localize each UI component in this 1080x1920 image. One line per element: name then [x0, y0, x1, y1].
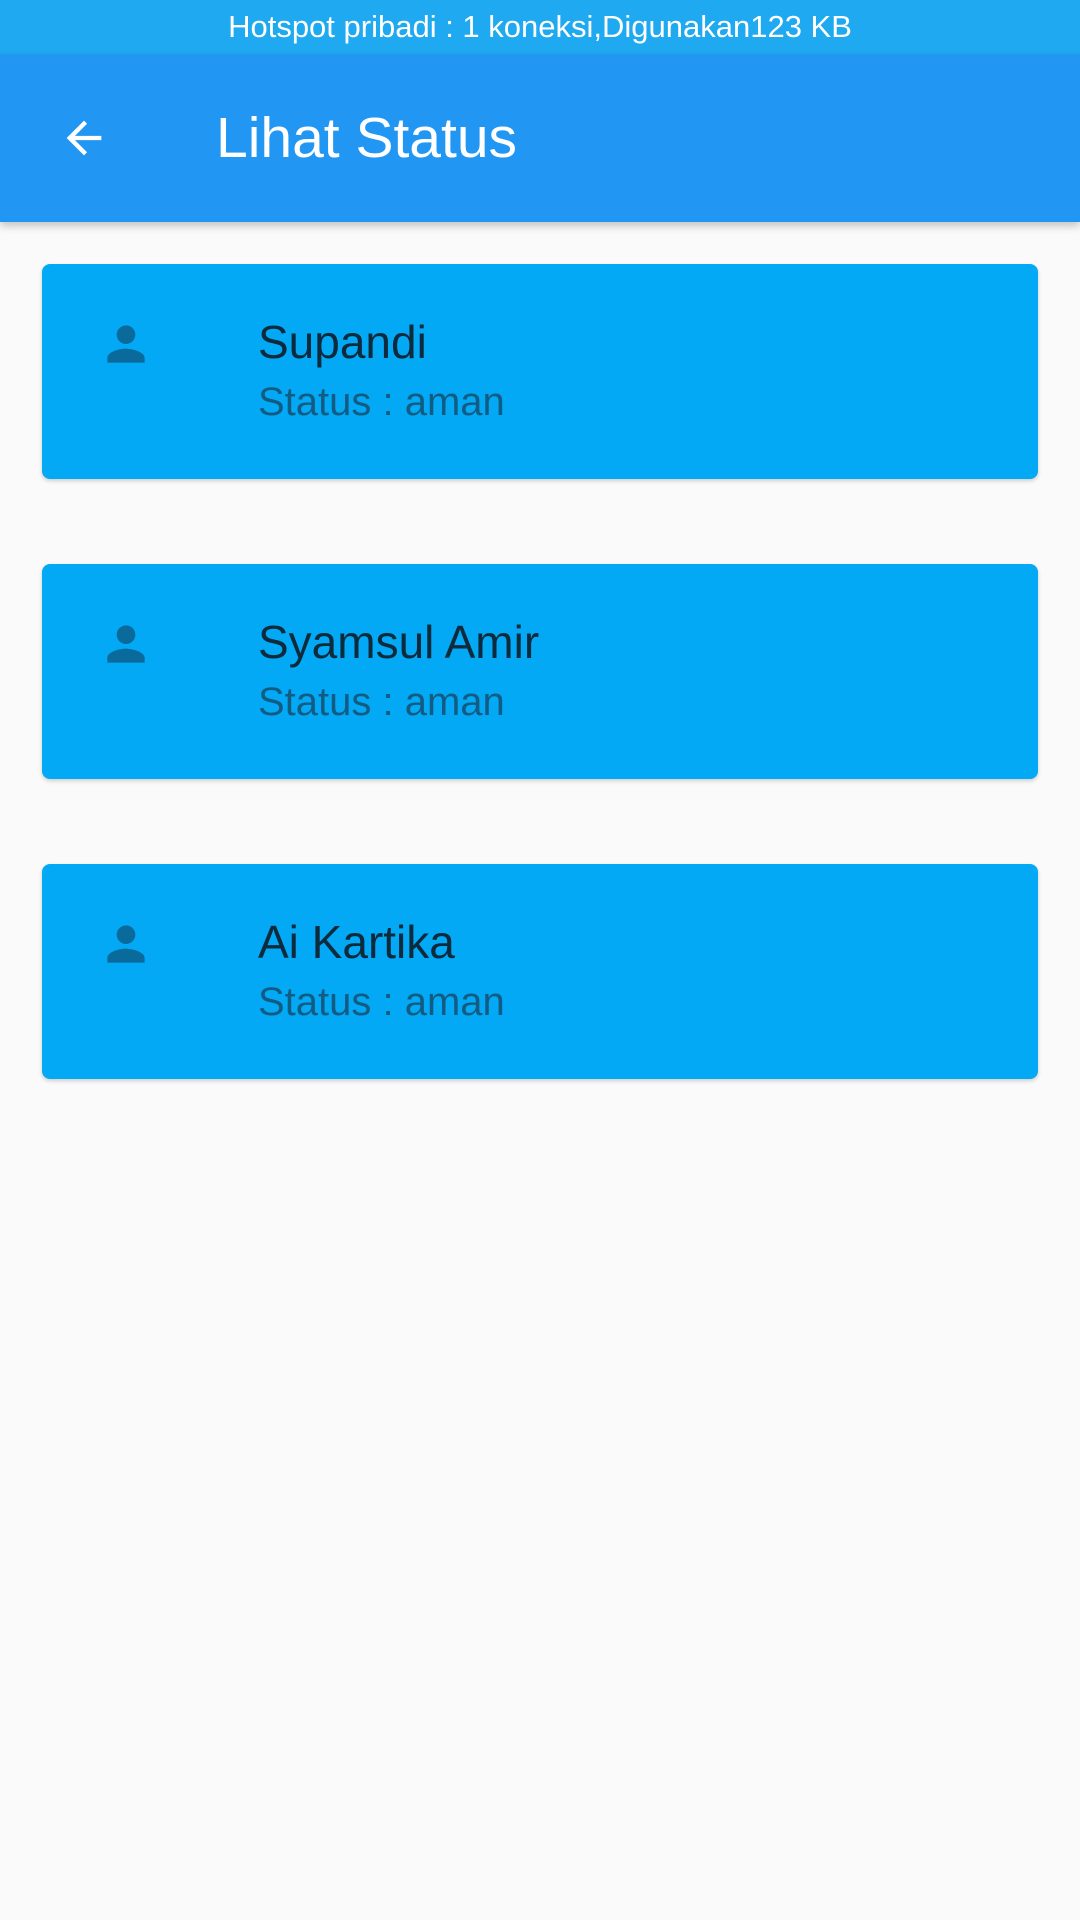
list-item[interactable]: Supandi Status : aman [42, 264, 1038, 479]
list-item[interactable]: Syamsul Amir Status : aman [42, 564, 1038, 779]
arrow-back-icon [66, 120, 102, 156]
page-title: Lihat Status [216, 106, 518, 170]
person-status: Status : aman [258, 380, 505, 424]
person-name: Ai Kartika [258, 916, 455, 968]
app-bar: Lihat Status [0, 54, 1080, 222]
person-status: Status : aman [258, 680, 505, 724]
person-icon [107, 925, 145, 963]
status-list: Supandi Status : aman Syamsul Amir Statu… [42, 264, 1038, 1164]
system-status-bar: Hotspot pribadi : 1 koneksi,Digunakan123… [0, 0, 1080, 54]
hotspot-status-text: Hotspot pribadi : 1 koneksi,Digunakan123… [228, 9, 852, 44]
person-status: Status : aman [258, 980, 505, 1024]
back-button[interactable] [44, 98, 124, 178]
person-name: Supandi [258, 316, 427, 368]
list-item[interactable]: Ai Kartika Status : aman [42, 864, 1038, 1079]
person-icon [107, 625, 145, 663]
person-icon [107, 325, 145, 363]
person-name: Syamsul Amir [258, 616, 540, 668]
